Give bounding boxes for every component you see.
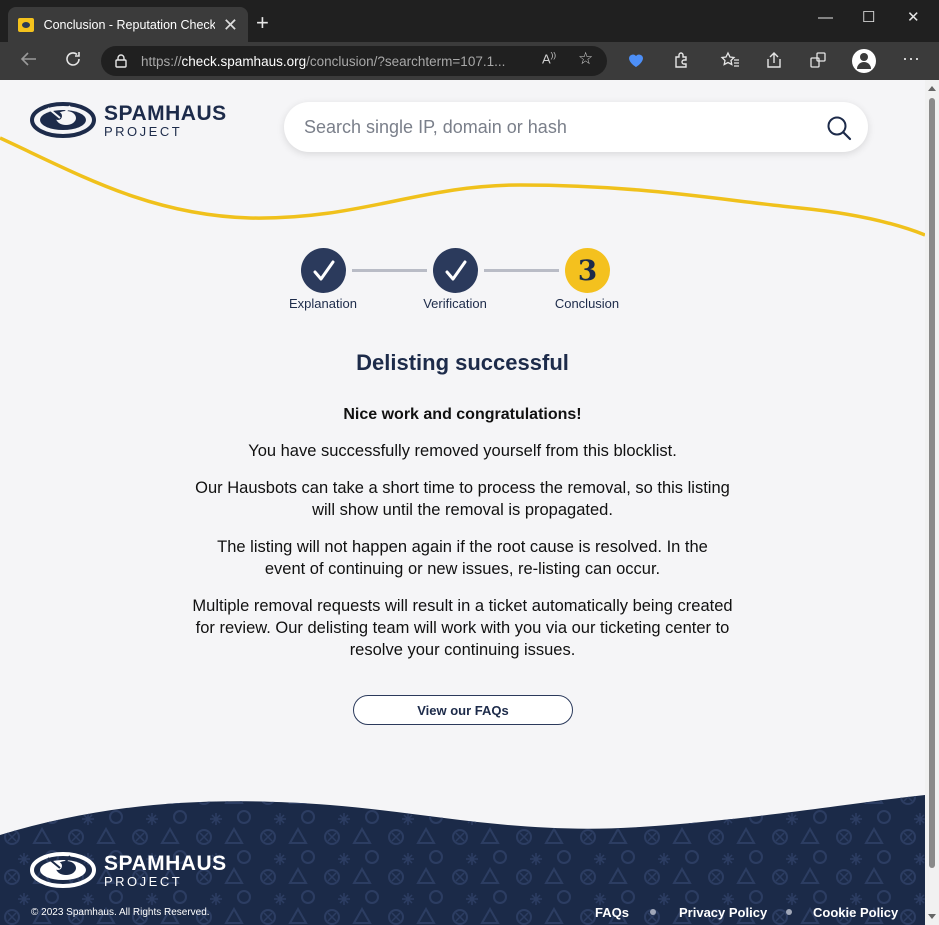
copyright-text: © 2023 Spamhaus. All Rights Reserved. bbox=[31, 907, 210, 918]
url-text: https://check.spamhaus.org/conclusion/?s… bbox=[141, 53, 506, 69]
spamhaus-bee-icon bbox=[30, 852, 96, 888]
lock-icon bbox=[115, 54, 127, 68]
step-connector bbox=[484, 269, 559, 272]
logo-main-text: SPAMHAUS bbox=[104, 101, 227, 125]
paragraph: Multiple removal requests will result in… bbox=[192, 597, 733, 659]
progress-steps: 3 Explanation Verification Conclusion bbox=[0, 248, 925, 318]
step-verification-check-icon bbox=[433, 248, 478, 293]
spamhaus-favicon-icon bbox=[18, 17, 34, 32]
page-title: Delisting successful bbox=[356, 350, 569, 375]
profile-icon[interactable] bbox=[852, 49, 876, 73]
paragraph: Our Hausbots can take a short time to pr… bbox=[195, 479, 730, 519]
page-viewport: SPAMHAUS PROJECT 3 Explanation Verificat… bbox=[0, 80, 939, 925]
main-content: Delisting successful Nice work and congr… bbox=[0, 350, 925, 676]
scroll-thumb[interactable] bbox=[929, 98, 935, 868]
step-explanation-check-icon bbox=[301, 248, 346, 293]
scroll-down-arrow-icon[interactable] bbox=[928, 914, 936, 919]
browser-tab[interactable]: Conclusion - Reputation Checker ✕ bbox=[8, 7, 248, 42]
spamhaus-bee-icon bbox=[30, 102, 96, 138]
paragraph: You have successfully removed yourself f… bbox=[248, 442, 677, 460]
logo-sub-text: PROJECT bbox=[104, 123, 183, 139]
add-favorite-icon[interactable]: ☆ bbox=[578, 49, 593, 69]
paragraph: The listing will not happen again if the… bbox=[217, 538, 708, 578]
search-box bbox=[284, 102, 868, 152]
footer-link-privacy-policy[interactable]: Privacy Policy bbox=[679, 905, 767, 920]
step-label-verification: Verification bbox=[423, 296, 487, 311]
step-label-conclusion: Conclusion bbox=[554, 296, 620, 311]
congrats-text: Nice work and congratulations! bbox=[343, 406, 582, 423]
step-label-explanation: Explanation bbox=[289, 296, 357, 311]
favorites-icon[interactable] bbox=[720, 51, 740, 73]
search-icon[interactable] bbox=[826, 115, 852, 141]
close-window-button[interactable]: ✕ bbox=[907, 10, 920, 25]
close-tab-icon[interactable]: ✕ bbox=[223, 16, 238, 34]
step-conclusion-number: 3 bbox=[565, 248, 610, 293]
new-tab-button[interactable]: + bbox=[256, 12, 269, 34]
view-faqs-button[interactable]: View our FAQs bbox=[353, 695, 573, 725]
spamhaus-logo[interactable]: SPAMHAUS PROJECT bbox=[30, 100, 227, 140]
read-aloud-icon[interactable]: A)) bbox=[542, 51, 556, 66]
extension-icon[interactable] bbox=[673, 51, 691, 73]
browser-toolbar: https://check.spamhaus.org/conclusion/?s… bbox=[0, 42, 939, 80]
footer-separator-dot bbox=[786, 909, 792, 915]
footer-spamhaus-logo[interactable]: SPAMHAUS PROJECT bbox=[30, 850, 227, 890]
footer-link-cookie-policy[interactable]: Cookie Policy bbox=[813, 905, 898, 920]
address-bar[interactable]: https://check.spamhaus.org/conclusion/?s… bbox=[101, 46, 607, 76]
footer-link-faqs[interactable]: FAQs bbox=[595, 905, 629, 920]
browser-essentials-icon[interactable] bbox=[627, 51, 645, 73]
search-input[interactable] bbox=[304, 116, 804, 138]
footer-logo-sub-text: PROJECT bbox=[104, 873, 183, 889]
more-icon[interactable]: ··· bbox=[902, 49, 920, 67]
back-icon[interactable] bbox=[20, 50, 38, 71]
footer-separator-dot bbox=[650, 909, 656, 915]
tab-title: Conclusion - Reputation Checker bbox=[43, 17, 215, 32]
page-scrollbar[interactable] bbox=[925, 80, 939, 925]
step-connector bbox=[352, 269, 427, 272]
share-icon[interactable] bbox=[765, 51, 783, 73]
footer-logo-main-text: SPAMHAUS bbox=[104, 851, 227, 875]
minimize-button[interactable]: — bbox=[818, 10, 833, 25]
collections-icon[interactable] bbox=[809, 51, 827, 73]
scroll-up-arrow-icon[interactable] bbox=[928, 86, 936, 91]
browser-titlebar: Conclusion - Reputation Checker ✕ + — ☐ … bbox=[0, 0, 939, 42]
maximize-button[interactable]: ☐ bbox=[862, 10, 875, 25]
refresh-icon[interactable] bbox=[64, 50, 82, 71]
